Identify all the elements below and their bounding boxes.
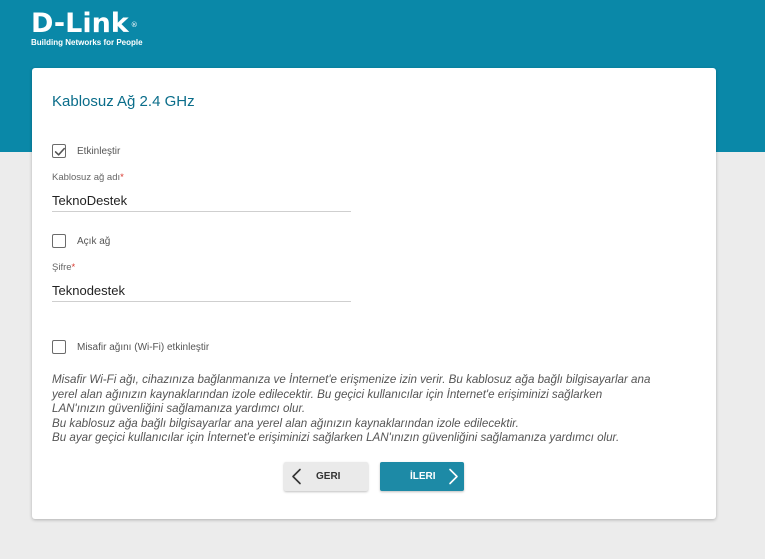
logo-text: D-Link xyxy=(31,8,129,39)
open-network-checkbox[interactable] xyxy=(52,234,66,248)
required-mark: * xyxy=(71,262,76,273)
check-icon xyxy=(54,147,65,156)
wizard-card: Kablosuz Ağ 2.4 GHz Etkinleştir Kablosuz… xyxy=(32,68,716,519)
info-line: Bu ayar geçici kullanıcılar için İnterne… xyxy=(52,431,620,444)
next-button-label: İLERI xyxy=(410,471,436,482)
enable-label: Etkinleştir xyxy=(77,146,121,157)
open-network-label: Açık ağ xyxy=(77,236,111,247)
logo-tagline: Building Networks for People xyxy=(31,38,143,47)
info-line: Misafir Wi-Fi ağı, cihazınıza bağlanmanı… xyxy=(52,373,651,386)
info-line: yerel alan ağınızın kaynaklarından izole… xyxy=(52,387,603,401)
chevron-left-icon xyxy=(292,468,301,485)
password-input[interactable] xyxy=(52,279,351,302)
ssid-input[interactable] xyxy=(52,189,351,212)
guest-network-checkbox[interactable] xyxy=(52,340,66,354)
info-line: Bu kablosuz ağa bağlı bilgisayarlar ana … xyxy=(52,416,519,430)
ssid-label: Kablosuz ağ adı* xyxy=(52,172,124,183)
enable-checkbox[interactable] xyxy=(52,144,66,158)
dlink-logo: D-Link ® Building Networks for People xyxy=(31,10,143,48)
page-title: Kablosuz Ağ 2.4 GHz xyxy=(52,93,195,110)
chevron-right-icon xyxy=(449,468,458,485)
info-line: LAN'ınızın güvenliğini sağlamanıza yardı… xyxy=(52,402,306,415)
next-button[interactable]: İLERI xyxy=(380,462,464,491)
back-button[interactable]: GERI xyxy=(284,462,368,491)
guest-network-info: Misafir Wi-Fi ağı, cihazınıza bağlanmanı… xyxy=(52,373,707,446)
required-mark: * xyxy=(120,172,124,183)
guest-network-label: Misafir ağını (Wi-Fi) etkinleştir xyxy=(77,342,210,353)
back-button-label: GERI xyxy=(316,471,341,482)
registered-mark: ® xyxy=(130,21,138,29)
password-label: Şifre* xyxy=(52,262,76,273)
